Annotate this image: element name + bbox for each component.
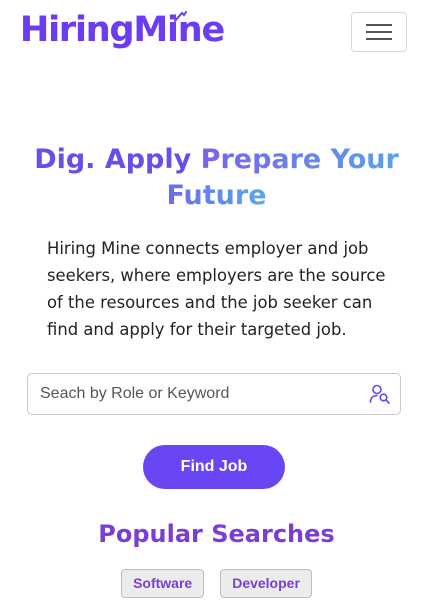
find-job-button[interactable]: Find Job — [143, 445, 285, 489]
brand-logo[interactable]: HiringMine — [20, 8, 225, 52]
menu-toggle-button[interactable] — [351, 12, 407, 52]
hero-title-part1: Dig. Apply — [34, 144, 192, 175]
user-search-icon[interactable] — [360, 374, 400, 414]
tag-software[interactable]: Software — [121, 569, 205, 598]
search-input[interactable] — [28, 374, 360, 414]
hero-description: Hiring Mine connects employer and job se… — [47, 239, 386, 339]
hero-title-part3: Future — [166, 180, 267, 211]
tag-developer[interactable]: Developer — [220, 569, 312, 598]
hero-title: Dig. Apply Prepare Your Future — [0, 142, 433, 214]
search-bar — [27, 373, 401, 415]
popular-tags: Software Developer — [0, 569, 433, 598]
pickaxe-icon — [174, 11, 187, 22]
logo-text-hiring: Hiring — [20, 10, 135, 50]
hamburger-icon — [366, 24, 392, 40]
popular-searches-title: Popular Searches — [98, 520, 335, 548]
hero-title-part2: Prepare Your — [200, 144, 399, 175]
page: HiringMine Dig. Apply Prepare Your Futur… — [0, 0, 433, 614]
